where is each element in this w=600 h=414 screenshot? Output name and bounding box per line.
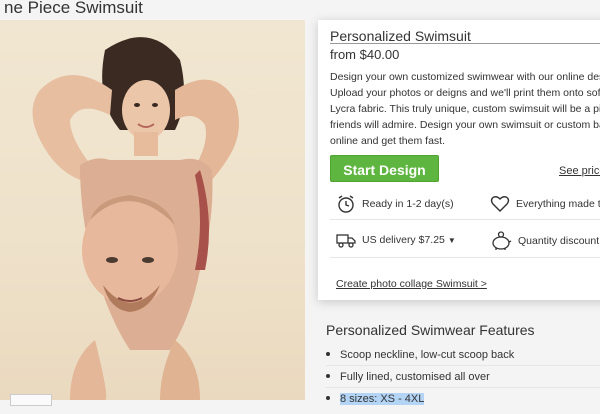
truck-icon [336,234,356,248]
start-design-button[interactable]: Start Design [330,155,439,182]
feature-text: Scoop neckline, low-cut scoop back [340,349,515,361]
feature-text: Fully lined, customised all over [340,371,490,383]
bullet-icon [326,396,330,401]
list-item: 8 sizes: XS - 4XL [326,392,514,414]
feature-ready: Ready in 1-2 day(s) [336,194,454,214]
feature-ready-label: Ready in 1-2 day(s) [362,198,454,210]
product-card: Personalized Swimsuit from $40.00 Design… [318,20,600,300]
feature-quantity: Quantity discount [490,231,599,251]
description-line: Design your own customized swimwear with… [330,71,600,83]
bullet-icon [326,374,330,379]
see-price-link[interactable]: See price [559,165,600,177]
piggy-bank-icon [492,231,512,250]
photo-thumbnail[interactable] [10,394,52,406]
divider [330,43,600,44]
product-price: from $40.00 [330,47,400,62]
divider [330,219,600,220]
feature-quantity-label: Quantity discount [518,235,600,247]
feature-text: 8 sizes: XS - 4XL [340,393,425,405]
feature-made-label: Everything made to [516,198,600,210]
description-line: Lycra fabric. This truly unique, custom … [330,103,600,115]
product-name: Personalized Swimsuit [330,28,471,44]
feature-delivery-label: US delivery $7.25 [362,234,445,246]
features-list: Scoop neckline, low-cut scoop back Fully… [326,348,600,414]
list-item: Scoop neckline, low-cut scoop back [326,348,600,370]
divider [326,387,600,388]
divider [330,257,600,258]
description-line: friends will admire. Design your own swi… [330,119,600,131]
divider [326,365,600,366]
list-item: Fully lined, customised all over [326,370,600,392]
swimsuit-model-image [32,37,239,400]
create-collage-link[interactable]: Create photo collage Swimsuit > [336,278,487,290]
feature-made-to-order: Everything made to [490,194,600,214]
bullet-icon [326,352,330,357]
alarm-clock-icon [338,195,354,213]
heart-icon [490,196,510,212]
description-line: Upload your photos or deigns and we'll p… [330,87,600,99]
product-description: Design your own customized swimwear with… [330,69,600,149]
feature-delivery[interactable]: US delivery $7.25 ▼ [336,231,456,249]
features-title: Personalized Swimwear Features [326,322,535,338]
description-line: online and get them fast. [330,135,445,147]
product-photo[interactable] [0,20,305,400]
chevron-down-icon[interactable]: ▼ [448,236,456,245]
page-title: ne Piece Swimsuit [4,0,143,17]
